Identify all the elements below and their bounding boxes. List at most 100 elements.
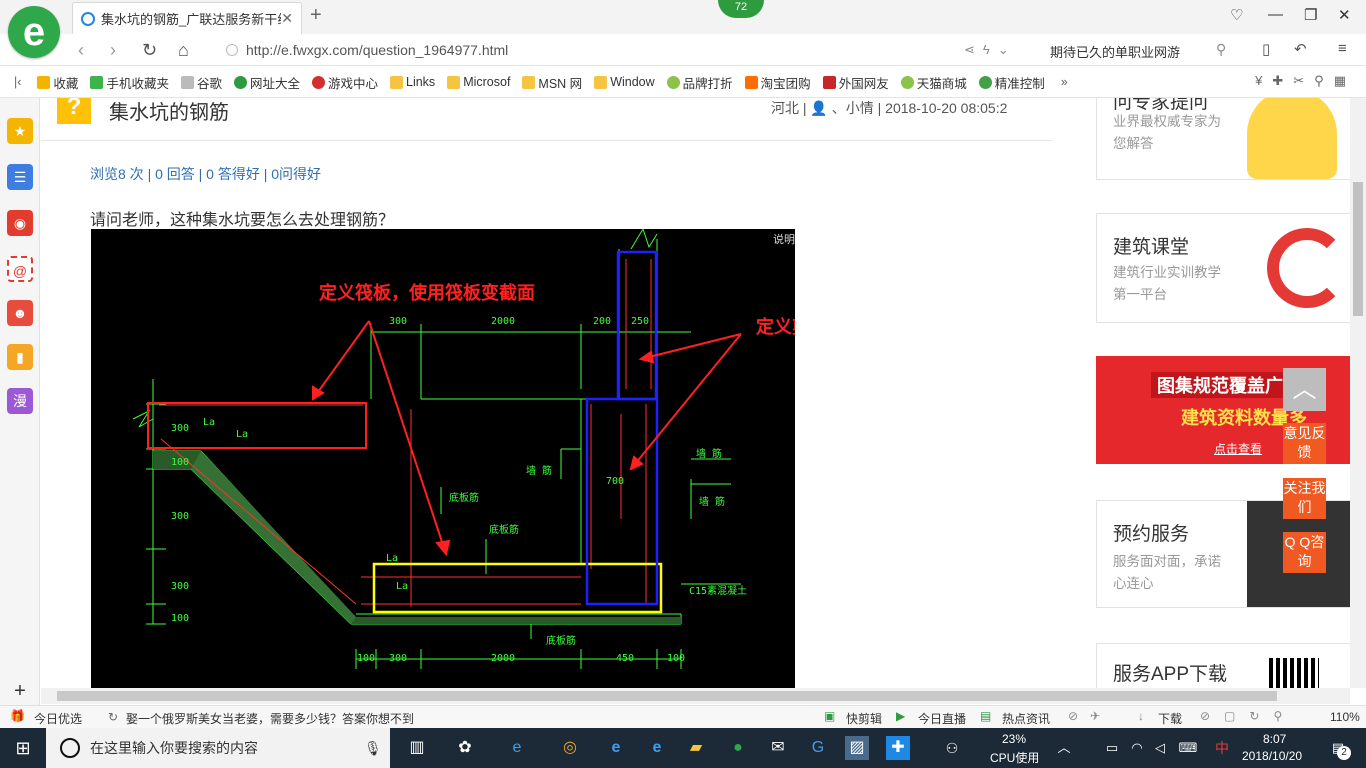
- battery-icon[interactable]: ▭: [1100, 736, 1124, 760]
- bookmark-item[interactable]: Links: [390, 75, 435, 89]
- bookmark-item[interactable]: Microsof: [447, 75, 510, 89]
- 360-browser-icon[interactable]: ●: [726, 736, 750, 760]
- qq-button[interactable]: Q Q咨询: [1283, 532, 1326, 573]
- undo-icon[interactable]: ↶: [1294, 40, 1307, 58]
- remote-app-icon[interactable]: ✚: [886, 736, 910, 760]
- skin-icon[interactable]: ♡: [1230, 6, 1243, 24]
- bookmark-item[interactable]: 手机收藏夹: [90, 73, 169, 92]
- keyboard-icon[interactable]: ⌨: [1176, 736, 1200, 760]
- volume-icon[interactable]: ◁: [1148, 736, 1172, 760]
- news-icon[interactable]: ☰: [7, 164, 33, 190]
- news-ticker[interactable]: 娶一个俄罗斯美女当老婆，需要多少钱？答案你想不到: [126, 710, 414, 727]
- dim-label: 300: [171, 581, 189, 592]
- edge-icon[interactable]: e: [604, 736, 628, 760]
- url-actions-icon[interactable]: ⋖ϟ⌄: [964, 42, 1017, 58]
- maximize-button[interactable]: ❐: [1304, 6, 1317, 24]
- more-bookmarks-icon[interactable]: »: [1061, 75, 1068, 89]
- close-tab-icon[interactable]: ✕: [281, 10, 293, 27]
- bookmark-item[interactable]: MSN 网: [522, 73, 582, 92]
- appointment-subtitle: 服务面对面，承诺心连心: [1113, 554, 1221, 591]
- notes-icon[interactable]: ▮: [7, 344, 33, 370]
- bookmark-item[interactable]: Window: [594, 75, 655, 89]
- task-view-icon[interactable]: ▥: [405, 736, 429, 760]
- course-card[interactable]: 建筑课堂 建筑行业实训教学第一平台: [1096, 213, 1350, 323]
- pinwheel-app-icon[interactable]: ✿: [453, 736, 477, 760]
- bookmark-item[interactable]: 淘宝团购: [744, 73, 811, 92]
- url-field[interactable]: http://e.fwxgx.com/question_1964977.html: [226, 38, 1034, 62]
- comic-icon[interactable]: 漫: [7, 388, 33, 414]
- tab-active[interactable]: 集水坑的钢筋_广联达服务新干线 ✕: [72, 2, 302, 34]
- zoom-level[interactable]: 110%: [1330, 710, 1360, 724]
- close-window-button[interactable]: ✕: [1338, 6, 1351, 24]
- mail-icon[interactable]: @: [7, 256, 33, 282]
- clock-date[interactable]: 2018/10/20: [1242, 749, 1302, 763]
- minimize-button[interactable]: —: [1268, 6, 1283, 23]
- wifi-icon[interactable]: ◠: [1125, 736, 1149, 760]
- back-to-top-icon[interactable]: ︿: [1283, 368, 1326, 411]
- cortana-icon: [60, 738, 80, 758]
- edge-legacy-icon[interactable]: e: [505, 736, 529, 760]
- file-explorer-icon[interactable]: ▰: [684, 736, 708, 760]
- search-suggestion[interactable]: 期待已久的单职业网游: [1050, 42, 1180, 61]
- question-stats[interactable]: 浏览8 次 | 0 回答 | 0 答得好 | 0问得好: [90, 164, 321, 184]
- search-icon[interactable]: ⚲: [1216, 41, 1226, 58]
- expert-card[interactable]: 问专家提问 业界最权威专家为您解答: [1096, 98, 1350, 180]
- bookmark-item[interactable]: 品牌打折: [666, 73, 733, 92]
- phone-icon[interactable]: ▯: [1262, 40, 1270, 58]
- glodon-icon[interactable]: G: [806, 736, 830, 760]
- status-tools-icon[interactable]: ⊘✈: [1068, 709, 1112, 723]
- feedback-button[interactable]: 意见反馈: [1283, 423, 1326, 464]
- collapse-icon[interactable]: |‹: [14, 75, 21, 89]
- mail-icon[interactable]: ✉: [766, 736, 790, 760]
- horizontal-scrollbar[interactable]: [41, 688, 1350, 704]
- today-picks[interactable]: 今日优选: [34, 710, 82, 727]
- notification-badge[interactable]: 72: [718, 0, 764, 18]
- status-misc-icons[interactable]: ⊘▢↻⚲: [1200, 709, 1296, 723]
- course-title: 建筑课堂: [1113, 237, 1190, 258]
- bookmark-item[interactable]: 谷歌: [180, 73, 222, 92]
- dim-label: 250: [631, 316, 649, 327]
- bookmark-item[interactable]: 精准控制: [978, 73, 1045, 92]
- back-icon[interactable]: ‹: [78, 40, 84, 61]
- bookmark-item[interactable]: 收藏: [37, 73, 78, 92]
- status-hot-news[interactable]: 热点资讯: [1002, 710, 1050, 727]
- status-download[interactable]: 下载: [1158, 710, 1182, 727]
- status-clip[interactable]: 快剪辑: [846, 710, 882, 727]
- bookmark-item[interactable]: 网址大全: [233, 73, 300, 92]
- ad-link[interactable]: 点击查看: [1214, 440, 1262, 457]
- rebar-label: 墙 筋: [699, 495, 725, 508]
- vertical-scroll-thumb[interactable]: [1353, 182, 1363, 316]
- image-viewer-icon[interactable]: ▨: [845, 736, 869, 760]
- status-live[interactable]: 今日直播: [918, 710, 966, 727]
- people-icon[interactable]: ⚇: [940, 736, 964, 760]
- bookmark-item[interactable]: 游戏中心: [311, 73, 378, 92]
- weibo-icon[interactable]: ◉: [7, 210, 33, 236]
- home-icon[interactable]: ⌂: [178, 40, 189, 61]
- refresh-news-icon[interactable]: ↻: [108, 710, 118, 724]
- menu-icon[interactable]: ≡: [1338, 40, 1347, 57]
- new-tab-button[interactable]: +: [310, 4, 322, 27]
- browser-ball-icon[interactable]: ◎: [558, 736, 582, 760]
- vertical-scrollbar[interactable]: [1350, 98, 1366, 688]
- forward-icon[interactable]: ›: [110, 40, 116, 61]
- microphone-icon[interactable]: 🎙: [364, 740, 382, 757]
- app-download-card[interactable]: 服务APP下载: [1096, 643, 1350, 688]
- browser-logo-icon[interactable]: e: [8, 6, 60, 58]
- windows-start-icon[interactable]: ⊞: [11, 736, 35, 760]
- taskbar-search[interactable]: 在这里输入你要搜索的内容 🎙: [46, 728, 390, 768]
- folder-icon: [594, 75, 608, 89]
- horizontal-scroll-thumb[interactable]: [57, 691, 1277, 701]
- ie-icon[interactable]: e: [645, 736, 669, 760]
- ime-icon[interactable]: 中: [1210, 736, 1234, 760]
- refresh-icon[interactable]: ↻: [142, 40, 157, 61]
- game-icon[interactable]: ☻: [7, 300, 33, 326]
- follow-button[interactable]: 关注我们: [1283, 478, 1326, 519]
- leaf-icon: [666, 75, 680, 89]
- favorites-icon[interactable]: ★: [7, 118, 33, 144]
- clock-time[interactable]: 8:07: [1263, 732, 1286, 746]
- bookmark-item[interactable]: 外国网友: [822, 73, 889, 92]
- add-sidebar-icon[interactable]: +: [7, 678, 33, 704]
- extension-icons[interactable]: ¥✚✂⚲▦: [1255, 73, 1356, 89]
- bookmark-item[interactable]: 天猫商城: [900, 73, 967, 92]
- tray-expand-icon[interactable]: ︿: [1052, 736, 1076, 760]
